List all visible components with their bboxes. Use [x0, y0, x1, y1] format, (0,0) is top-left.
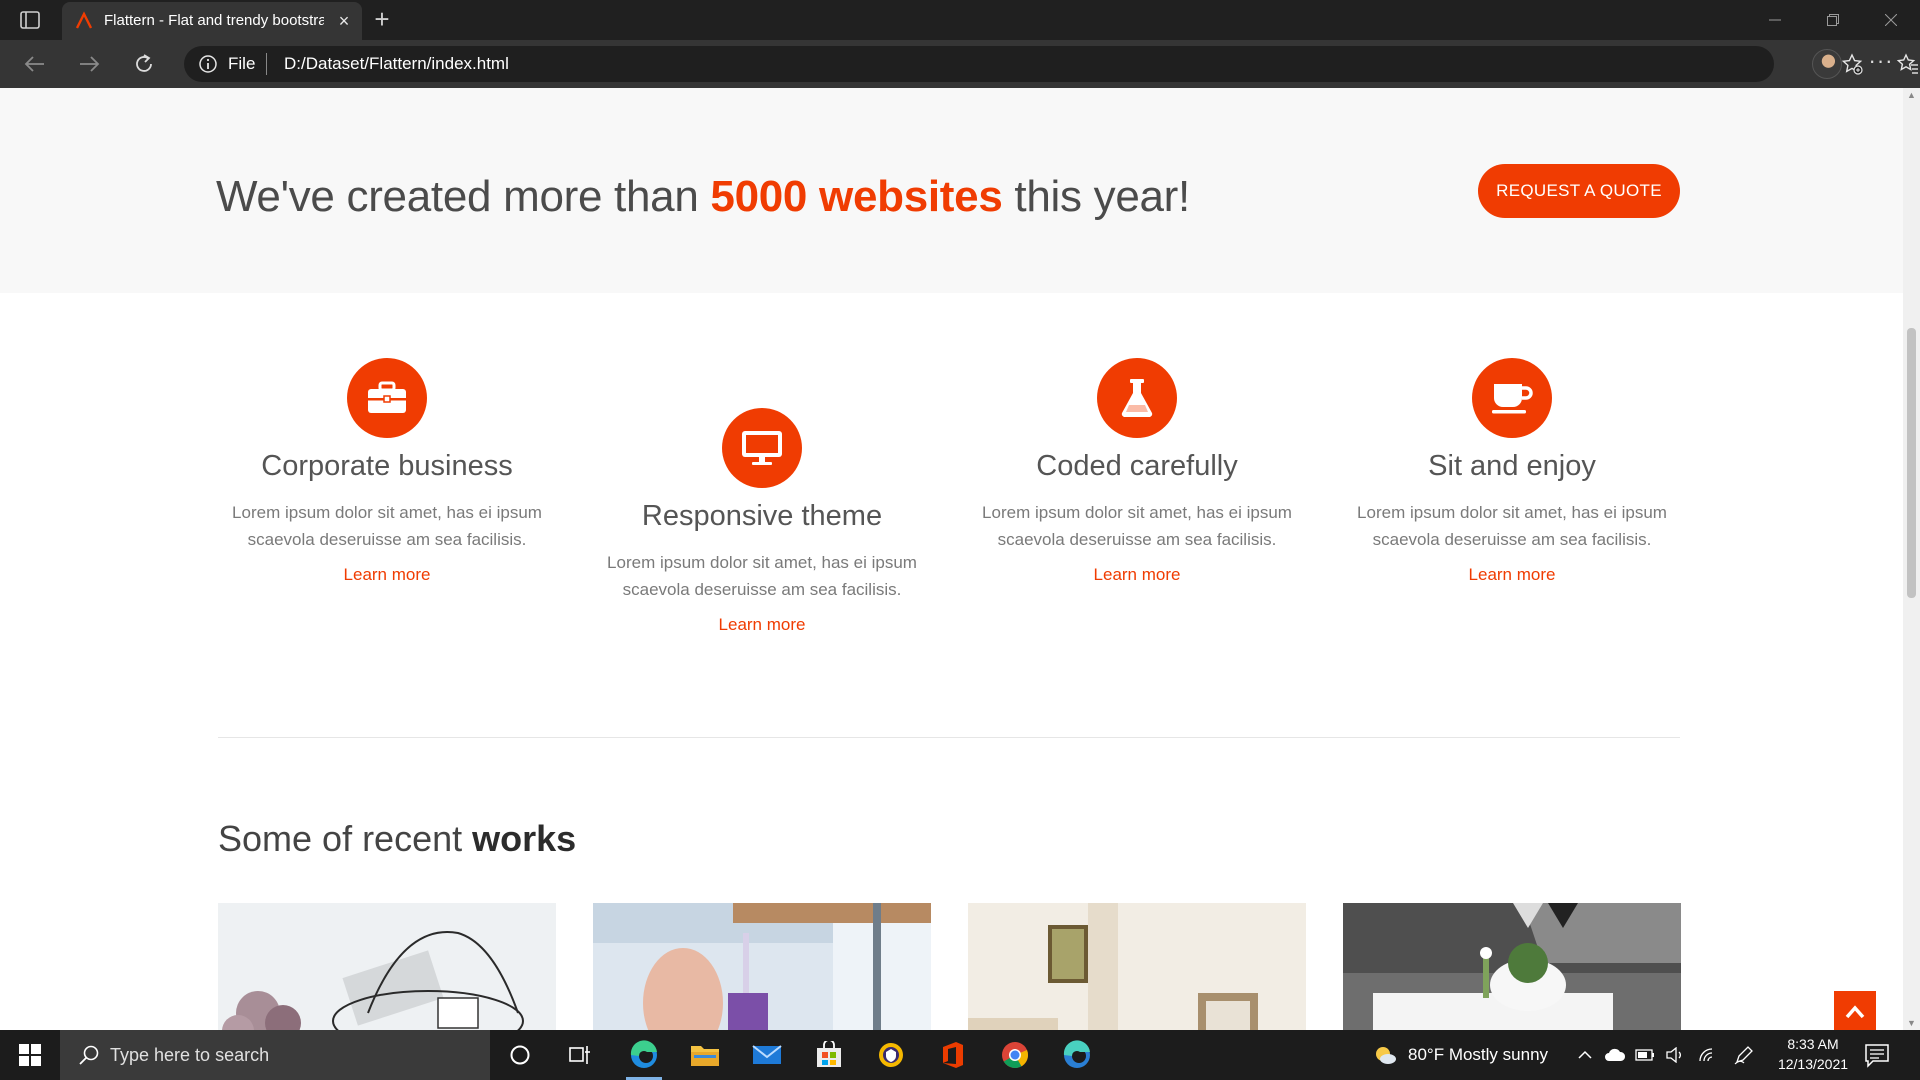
- more-options-icon[interactable]: ···: [1866, 50, 1896, 78]
- feature-coded-carefully: Coded carefully Lorem ipsum dolor sit am…: [967, 358, 1307, 585]
- learn-more-link[interactable]: Learn more: [719, 615, 806, 635]
- briefcase-icon: [347, 358, 427, 438]
- learn-more-link[interactable]: Learn more: [1094, 565, 1181, 585]
- url-separator: [266, 53, 267, 75]
- show-hidden-icons-chevron-icon[interactable]: [1570, 1030, 1600, 1080]
- edge-taskbar-icon[interactable]: [614, 1030, 674, 1080]
- new-tab-button[interactable]: +: [370, 6, 394, 32]
- notification-center-icon[interactable]: [1864, 1042, 1890, 1068]
- feature-sit-and-enjoy: Sit and enjoy Lorem ipsum dolor sit amet…: [1342, 358, 1682, 585]
- vpn-shield-icon[interactable]: [861, 1030, 921, 1080]
- hero-heading-text: We've created more than: [216, 172, 711, 221]
- feature-title: Coded carefully: [1036, 450, 1238, 482]
- profile-avatar[interactable]: [1812, 49, 1842, 79]
- hero-heading-highlight: 5000 websites: [710, 172, 1003, 221]
- feature-title: Sit and enjoy: [1428, 450, 1596, 482]
- minimize-icon[interactable]: [1746, 0, 1804, 40]
- task-view-icon[interactable]: [550, 1030, 610, 1080]
- feature-description: Lorem ipsum dolor sit amet, has ei ipsum…: [982, 503, 1292, 549]
- tab-close-icon[interactable]: ×: [334, 11, 354, 31]
- taskbar-clock[interactable]: 8:33 AM 12/13/2021: [1768, 1034, 1858, 1074]
- tab-actions-icon[interactable]: [18, 10, 42, 30]
- address-bar[interactable]: File D:/Dataset/Flattern/index.html: [184, 46, 1918, 82]
- request-quote-button[interactable]: REQUEST A QUOTE: [1478, 164, 1680, 218]
- browser-tab-active[interactable]: Flattern - Flat and trendy bootstrap ×: [62, 2, 362, 40]
- weather-sun-icon[interactable]: [1370, 1030, 1400, 1080]
- search-icon: [78, 1044, 100, 1066]
- office-icon[interactable]: [923, 1030, 983, 1080]
- work-thumbnail-interior[interactable]: [968, 903, 1306, 1030]
- recent-works-heading: Some of recent works: [218, 818, 576, 860]
- edge-beta-icon[interactable]: [1047, 1030, 1107, 1080]
- system-tray: 80°F Mostly sunny: [1370, 1030, 1762, 1080]
- vertical-scrollbar[interactable]: ▲ ▼: [1903, 88, 1920, 1030]
- tab-title: Flattern - Flat and trendy bootstrap: [104, 12, 324, 29]
- hero-heading-end: this year!: [1002, 172, 1190, 221]
- back-arrow-icon[interactable]: [22, 52, 48, 76]
- battery-icon[interactable]: [1630, 1030, 1660, 1080]
- search-placeholder: Type here to search: [110, 1045, 270, 1065]
- clock-time: 8:33 AM: [1787, 1036, 1839, 1052]
- works-heading-bold: works: [472, 818, 577, 859]
- taskbar-search-box[interactable]: Type here to search: [60, 1030, 490, 1080]
- learn-more-link[interactable]: Learn more: [1469, 565, 1556, 585]
- cortana-icon[interactable]: [490, 1030, 550, 1080]
- close-window-icon[interactable]: [1862, 0, 1920, 40]
- scrollbar-thumb[interactable]: [1907, 328, 1916, 598]
- flattern-favicon-icon: [74, 11, 94, 31]
- feature-responsive-theme: Responsive theme Lorem ipsum dolor sit a…: [592, 408, 932, 635]
- hero-heading: We've created more than 5000 websites th…: [216, 172, 1190, 222]
- restore-icon[interactable]: [1804, 0, 1862, 40]
- scroll-up-arrow-icon[interactable]: ▲: [1903, 88, 1920, 102]
- volume-icon[interactable]: [1660, 1030, 1690, 1080]
- url-scheme-label: File: [228, 54, 256, 73]
- work-thumbnail-basket[interactable]: [218, 903, 556, 1030]
- learn-more-link[interactable]: Learn more: [344, 565, 431, 585]
- pen-workspace-icon[interactable]: [1726, 1030, 1762, 1080]
- scroll-to-top-button[interactable]: [1834, 991, 1876, 1030]
- work-thumbnail-vases[interactable]: [593, 903, 931, 1030]
- feature-title: Responsive theme: [641, 500, 883, 532]
- page-viewport: We've created more than 5000 websites th…: [0, 88, 1903, 1030]
- refresh-icon[interactable]: [131, 52, 157, 76]
- works-heading-text: Some of recent: [218, 818, 473, 859]
- desktop-icon: [722, 408, 802, 488]
- onedrive-icon[interactable]: [1600, 1030, 1630, 1080]
- feature-description: Lorem ipsum dolor sit amet, has ei ipsum…: [1357, 503, 1667, 549]
- browser-tab-bar: Flattern - Flat and trendy bootstrap × +: [0, 0, 1920, 40]
- coffee-icon: [1472, 358, 1552, 438]
- feature-description: Lorem ipsum dolor sit amet, has ei ipsum…: [607, 553, 917, 599]
- feature-description: Lorem ipsum dolor sit amet, has ei ipsum…: [232, 503, 542, 549]
- clock-date: 12/13/2021: [1777, 1056, 1849, 1072]
- hero-section: We've created more than 5000 websites th…: [0, 88, 1903, 293]
- window-controls: [1746, 0, 1920, 40]
- url-text[interactable]: D:/Dataset/Flattern/index.html: [284, 54, 509, 74]
- weather-text[interactable]: 80°F Mostly sunny: [1408, 1045, 1548, 1065]
- scroll-down-arrow-icon[interactable]: ▼: [1903, 1016, 1920, 1030]
- chrome-icon[interactable]: [985, 1030, 1045, 1080]
- site-info-icon[interactable]: [198, 54, 218, 74]
- windows-start-icon[interactable]: [0, 1030, 60, 1080]
- windows-taskbar: Type here to search 80°F Mostly sunny 8:…: [0, 1030, 1920, 1080]
- flask-icon: [1097, 358, 1177, 438]
- microsoft-store-icon[interactable]: [799, 1030, 859, 1080]
- mail-icon[interactable]: [737, 1030, 797, 1080]
- browser-toolbar: File D:/Dataset/Flattern/index.html ···: [0, 40, 1920, 88]
- work-thumbnail-living-room[interactable]: [1343, 903, 1681, 1030]
- forward-arrow-icon[interactable]: [76, 52, 102, 76]
- wifi-icon[interactable]: [1690, 1030, 1726, 1080]
- file-explorer-icon[interactable]: [675, 1030, 735, 1080]
- feature-title: Corporate business: [261, 450, 513, 482]
- feature-corporate-business: Corporate business Lorem ipsum dolor sit…: [217, 358, 557, 585]
- section-divider: [218, 737, 1680, 738]
